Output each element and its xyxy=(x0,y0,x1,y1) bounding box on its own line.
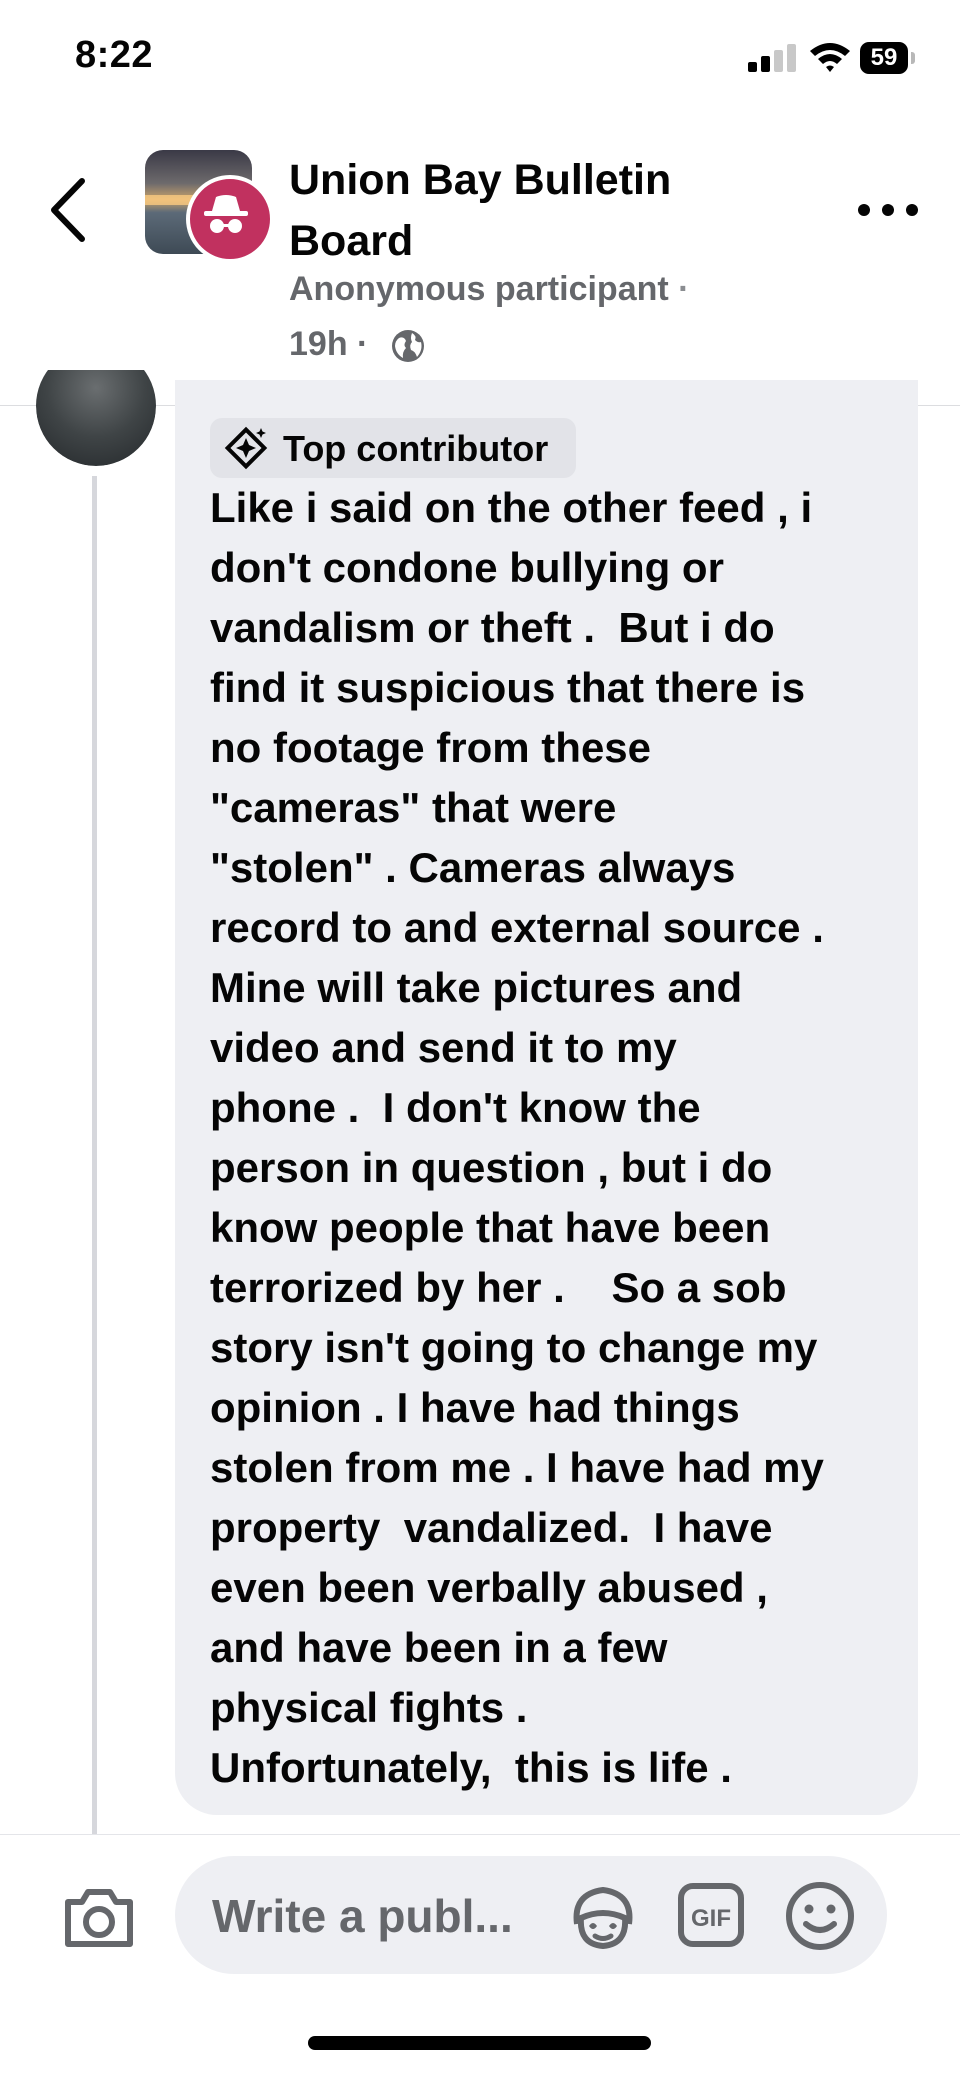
battery-level: 59 xyxy=(860,42,908,74)
wifi-icon xyxy=(810,43,850,72)
thread-line xyxy=(92,476,97,1836)
battery-icon: 59 xyxy=(860,42,916,74)
home-indicator[interactable] xyxy=(308,2036,651,2050)
back-button[interactable] xyxy=(46,175,92,245)
cellular-signal-icon xyxy=(748,44,798,72)
diamond-star-icon xyxy=(224,426,268,470)
globe-icon xyxy=(392,330,424,362)
comment-text: Like i said on the other feed , i don't … xyxy=(210,484,824,1791)
author-separator: · xyxy=(678,270,690,308)
post-meta: 19h · xyxy=(289,325,368,364)
avatar-sticker-icon[interactable] xyxy=(567,1880,639,1952)
gif-label: GIF xyxy=(691,1905,731,1932)
post-timestamp[interactable]: 19h xyxy=(289,325,348,363)
group-title[interactable]: Union Bay Bulletin Board xyxy=(289,150,769,272)
incognito-icon xyxy=(204,195,248,233)
author-line: Anonymous participant · xyxy=(289,270,689,309)
status-time: 8:22 xyxy=(75,34,154,76)
more-options-button[interactable] xyxy=(858,198,918,222)
top-contributor-label: Top contributor xyxy=(283,428,549,469)
status-bar: 8:22 59 xyxy=(0,0,960,120)
comment-input-placeholder: Write a publ... xyxy=(212,1890,513,1942)
commenter-avatar[interactable] xyxy=(36,370,156,466)
gif-button[interactable]: GIF xyxy=(677,1882,745,1948)
camera-icon[interactable] xyxy=(62,1886,136,1950)
author-name[interactable]: Anonymous participant xyxy=(289,270,669,308)
anonymous-avatar xyxy=(186,175,274,263)
smiley-icon[interactable] xyxy=(784,1880,856,1952)
meta-separator: · xyxy=(357,325,369,363)
